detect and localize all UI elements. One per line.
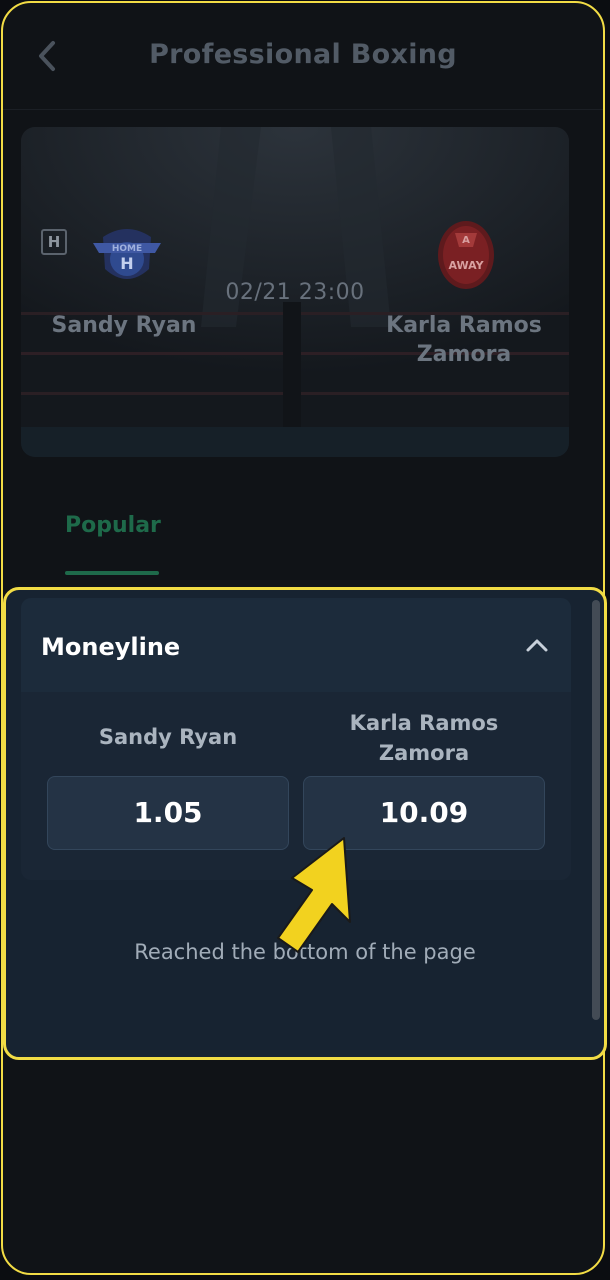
moneyline-header[interactable]: Moneyline — [21, 598, 571, 692]
home-badge: H — [41, 229, 67, 255]
match-time: 02/21 23:00 — [225, 280, 365, 305]
home-option-name: Sandy Ryan — [98, 725, 238, 749]
home-odds-button[interactable]: 1.05 — [47, 776, 289, 850]
home-logo-letter: H — [120, 254, 133, 273]
scrollbar[interactable] — [592, 600, 600, 1020]
tab-popular[interactable]: Popular — [65, 513, 161, 538]
away-option-name: Karla Ramos Zamora — [303, 708, 545, 768]
pointer-arrow-icon — [277, 837, 351, 953]
away-logo-text: AWAY — [448, 259, 484, 272]
page-title: Professional Boxing — [149, 39, 457, 70]
moneyline-panel: Moneyline Sandy Ryan Karla Ramos Zamora … — [3, 587, 607, 1060]
away-option-name-line1: Karla Ramos — [349, 711, 499, 735]
away-team-name: Karla Ramos Zamora — [369, 311, 559, 369]
home-team-name: Sandy Ryan — [51, 313, 197, 338]
tab-active-indicator — [65, 571, 159, 575]
moneyline-title: Moneyline — [41, 633, 181, 661]
home-logo-text: HOME — [112, 244, 142, 254]
away-team-name-line1: Karla Ramos — [386, 313, 542, 338]
away-logo-letter: A — [462, 235, 470, 246]
away-team-name-line2: Zamora — [416, 342, 512, 367]
chevron-up-icon[interactable] — [525, 636, 549, 654]
away-option-name-line2: Zamora — [378, 741, 470, 765]
match-banner: H HOME H A AWAY 02/21 23:00 Sandy Ryan K… — [21, 127, 569, 457]
top-bar: Professional Boxing — [3, 3, 603, 110]
